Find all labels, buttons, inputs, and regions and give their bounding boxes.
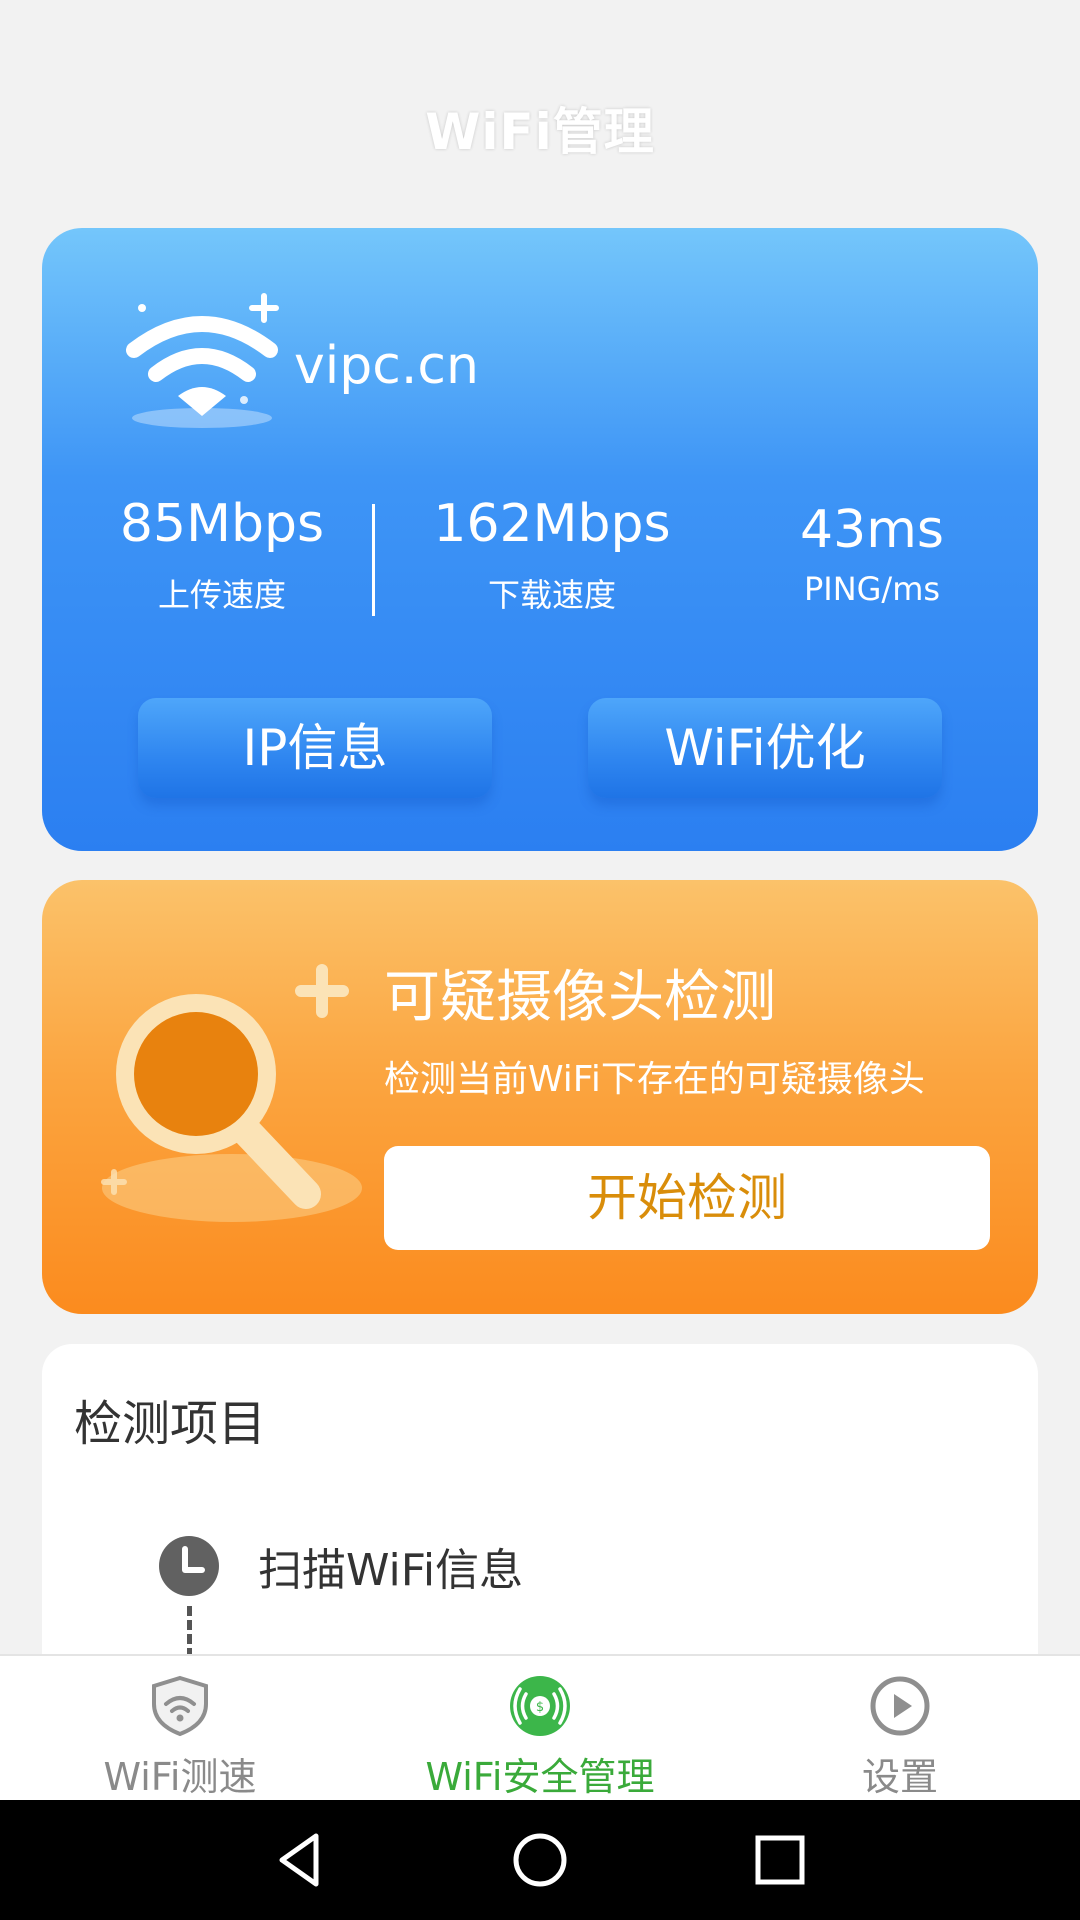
page-title: WiFi管理 — [425, 103, 655, 161]
camera-detection-description: 检测当前WiFi下存在的可疑摄像头 — [384, 1059, 925, 1100]
wifi-security-icon: $ — [508, 1674, 572, 1738]
nav-item-settings[interactable]: 设置 — [720, 1656, 1080, 1802]
start-detection-button[interactable]: 开始检测 — [384, 1146, 990, 1250]
wifi-optimize-button[interactable]: WiFi优化 — [588, 698, 942, 798]
upload-speed-stat: 85Mbps 上传速度 — [92, 494, 352, 616]
detection-items-card: 检测项目 扫描WiFi信息 — [42, 1344, 1038, 1684]
nav-item-wifi-security[interactable]: $ WiFi安全管理 — [360, 1656, 720, 1802]
network-name: vipc.cn — [294, 336, 479, 396]
nav-item-wifi-speed[interactable]: WiFi测速 — [0, 1656, 360, 1802]
wifi-shield-icon — [148, 1674, 212, 1738]
play-circle-icon — [868, 1674, 932, 1738]
nav-label-wifi-speed: WiFi测速 — [103, 1755, 257, 1799]
upload-speed-value: 85Mbps — [119, 494, 325, 554]
ping-stat: 43ms PING/ms — [782, 500, 962, 608]
camera-detection-card: 可疑摄像头检测 检测当前WiFi下存在的可疑摄像头 开始检测 — [42, 880, 1038, 1314]
camera-detection-title: 可疑摄像头检测 — [384, 965, 776, 1030]
stat-divider — [372, 504, 375, 616]
home-icon[interactable] — [508, 1828, 572, 1892]
magnifier-icon — [92, 950, 392, 1250]
svg-text:$: $ — [536, 1700, 544, 1715]
ping-label: PING/ms — [803, 570, 941, 608]
ping-value: 43ms — [800, 500, 944, 560]
nav-label-settings: 设置 — [861, 1755, 938, 1799]
download-speed-label: 下载速度 — [487, 576, 616, 614]
download-speed-value: 162Mbps — [433, 494, 671, 554]
clock-icon — [158, 1535, 220, 1597]
list-item: 扫描WiFi信息 — [158, 1534, 523, 1598]
wifi-icon — [114, 288, 294, 438]
recents-icon[interactable] — [748, 1828, 812, 1892]
ip-info-button[interactable]: IP信息 — [138, 698, 492, 798]
system-navigation-bar — [0, 1800, 1080, 1920]
app-screen: WiFi管理 vipc.cn 85Mbps 上传速度 162Mbps 下载速度 … — [0, 0, 1080, 1920]
download-speed-stat: 162Mbps 下载速度 — [402, 494, 702, 616]
bottom-navigation: WiFi测速 $ WiFi安全管理 设置 — [0, 1654, 1080, 1802]
detection-item-label: 扫描WiFi信息 — [258, 1545, 524, 1596]
upload-speed-label: 上传速度 — [157, 576, 286, 614]
detection-items-title: 检测项目 — [74, 1396, 267, 1452]
nav-label-wifi-security: WiFi安全管理 — [425, 1755, 655, 1799]
back-icon[interactable] — [268, 1828, 332, 1892]
wifi-info-card: vipc.cn 85Mbps 上传速度 162Mbps 下载速度 43ms PI… — [42, 228, 1038, 851]
